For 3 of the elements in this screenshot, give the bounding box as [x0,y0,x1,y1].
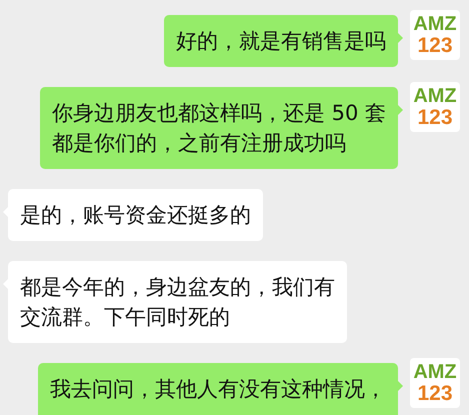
avatar[interactable]: AMZ 123 [410,10,460,60]
avatar[interactable]: AMZ 123 [410,358,460,408]
avatar[interactable]: AMZ 123 [410,82,460,132]
